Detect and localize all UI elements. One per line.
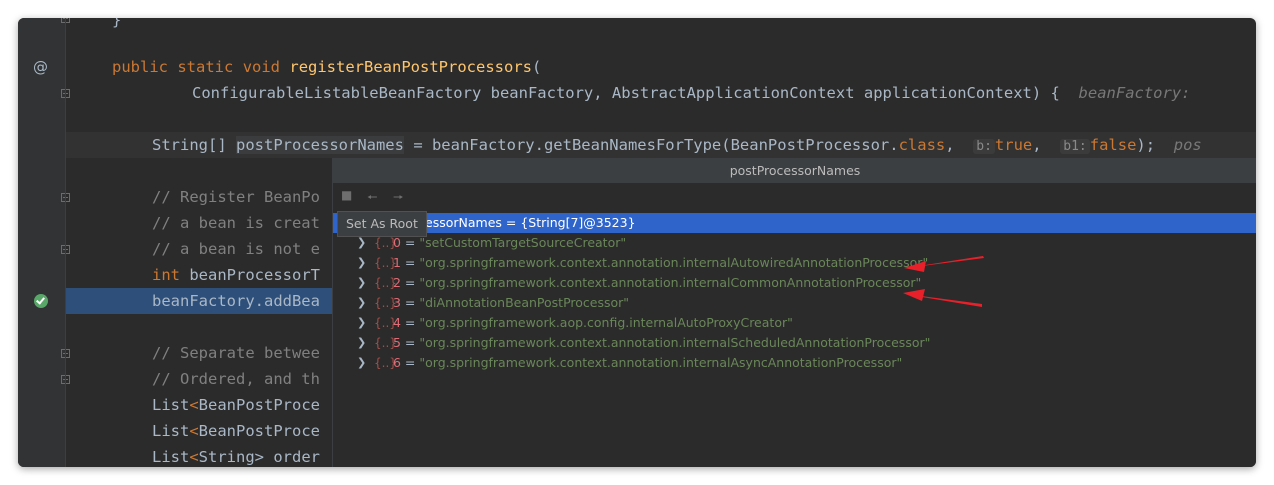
param-hint: b1: [1060, 139, 1090, 154]
tree-item-index: 2 [393, 275, 401, 290]
keyword: public [112, 58, 168, 76]
popup-toolbar: ■ 🠔 🠖 [333, 183, 1256, 209]
code-line-params[interactable]: ConfigurableListableBeanFactory beanFact… [66, 80, 1256, 106]
tree-item-index: 5 [393, 335, 401, 350]
code-text: BeanPostProce [198, 396, 320, 414]
editor-gutter[interactable]: @ [18, 18, 70, 467]
keyword: class [898, 136, 946, 154]
expand-chevron-icon[interactable]: ❯ [357, 313, 366, 333]
keyword: true [994, 136, 1033, 154]
tree-item-row[interactable]: ❯ {..} 6 = "org.springframework.context.an… [333, 353, 1256, 373]
set-as-root-tooltip: Set As Root [337, 211, 427, 237]
tree-item-value: 5 = "org.springframework.context.annotat… [393, 335, 931, 350]
tree-item-index: 1 [393, 255, 401, 270]
tree-item-string: "org.springframework.context.annotation.… [419, 255, 929, 270]
code-text: ( [532, 58, 542, 76]
tree-item-string: "org.springframework.context.annotation.… [419, 335, 931, 350]
code-line-current[interactable]: String[] postProcessorNames = beanFactor… [66, 132, 1256, 158]
code-text: , [945, 136, 964, 154]
tree-item-string: "diAnnotationBeanPostProcessor" [419, 295, 630, 310]
comment-text: // a bean is not e [152, 240, 320, 258]
keyword: void [242, 58, 281, 76]
comment-text: // a bean is creat [152, 214, 320, 232]
comment-text: // Ordered, and th [152, 370, 320, 388]
code-line-method-signature[interactable]: public static void registerBeanPostProce… [66, 54, 1256, 80]
tree-item-row[interactable]: ❯ {..} 2 = "org.springframework.context.an… [333, 273, 1256, 293]
code-text: beanFactory.addBea [152, 292, 320, 310]
code-text: String[] [152, 136, 236, 154]
variables-tree[interactable]: essorNames = {String[7]@3523} ❯ {..} 0 = "… [333, 213, 1256, 373]
tree-item-row[interactable]: ❯ {..} 1 = "org.springframework.context.an… [333, 253, 1256, 273]
tree-item-string: "org.springframework.context.annotation.… [419, 355, 903, 370]
keyword: false [1089, 136, 1137, 154]
code-line[interactable]: } [66, 18, 1256, 33]
red-arrow-1-head [904, 261, 926, 272]
tree-root-row[interactable]: essorNames = {String[7]@3523} [333, 213, 1256, 233]
code-text: List [152, 448, 190, 466]
tree-item-row[interactable]: ❯ {..} 4 = "org.springframework.aop.config… [333, 313, 1256, 333]
code-text: beanProcessorT [180, 266, 320, 284]
expand-chevron-icon[interactable]: ❯ [357, 253, 366, 273]
debug-value-hint: beanFactory: [1078, 84, 1200, 102]
tree-item-value: 4 = "org.springframework.aop.config.inte… [393, 315, 793, 330]
code-text: ); [1136, 136, 1156, 154]
tree-item-row[interactable]: ❯ {..} 0 = "setCustomTargetSourceCreator" [333, 233, 1256, 253]
expand-chevron-icon[interactable]: ❯ [357, 273, 366, 293]
code-text: , [1032, 136, 1051, 154]
tree-item-index: 6 [393, 355, 401, 370]
expand-chevron-icon[interactable]: ❯ [357, 333, 366, 353]
tree-item-index: 4 [393, 315, 401, 330]
code-text: BeanPostProce [198, 422, 320, 440]
tree-item-string: "setCustomTargetSourceCreator" [419, 235, 627, 250]
keyword: static [177, 58, 234, 76]
code-text: List [152, 396, 190, 414]
tree-item-value: 3 = "diAnnotationBeanPostProcessor" [393, 295, 630, 310]
code-text: = beanFactory.getBeanNamesForType(BeanPo… [403, 136, 899, 154]
tree-item-value: 6 = "org.springframework.context.annotat… [393, 355, 903, 370]
code-text: String [198, 448, 255, 466]
tree-item-index: 3 [393, 295, 401, 310]
tree-item-string: "org.springframework.aop.config.internal… [419, 315, 793, 330]
tree-item-row[interactable]: ❯ {..} 3 = "diAnnotationBeanPostProcessor" [333, 293, 1256, 313]
ide-window: @ } public static void registerBeanPostP… [18, 18, 1256, 467]
code-text: ConfigurableListableBeanFactory beanFact… [192, 84, 1060, 102]
comment-text: // Register BeanPo [152, 188, 320, 206]
tree-item-value: 0 = "setCustomTargetSourceCreator" [393, 235, 627, 250]
back-arrow-icon[interactable]: 🠔 [367, 188, 378, 209]
tree-item-row[interactable]: ❯ {..} 5 = "org.springframework.context.an… [333, 333, 1256, 353]
forward-arrow-icon[interactable]: 🠖 [393, 188, 404, 209]
method-name: registerBeanPostProcessors [289, 58, 532, 76]
tree-item-string: "org.springframework.context.annotation.… [419, 275, 922, 290]
code-text: } [112, 18, 122, 29]
tree-item-value: 2 = "org.springframework.context.annotat… [393, 275, 922, 290]
debug-value-hint: pos [1173, 136, 1202, 154]
code-text: List [152, 422, 190, 440]
override-at-icon[interactable]: @ [33, 58, 48, 76]
red-arrow-2-head [903, 289, 925, 301]
param-hint: b: [973, 139, 995, 154]
code-text: > order [254, 448, 320, 466]
expand-chevron-icon[interactable]: ❯ [357, 293, 366, 313]
debugger-value-popup[interactable]: postProcessorNames ■ 🠔 🠖 Set As Root ess… [332, 158, 1256, 467]
folder-icon[interactable]: ■ [341, 188, 352, 202]
variable-postprocessornames[interactable]: postProcessorNames [236, 136, 404, 154]
popup-title: postProcessorNames [333, 159, 1256, 183]
tree-item-index: 0 [393, 235, 401, 250]
annotation-arrows [903, 256, 984, 307]
comment-text: // Separate betwee [152, 344, 320, 362]
breakpoint-check-icon[interactable] [34, 294, 48, 308]
tree-item-value: 1 = "org.springframework.context.annotat… [393, 255, 929, 270]
expand-chevron-icon[interactable]: ❯ [357, 353, 366, 373]
keyword: int [152, 266, 180, 284]
